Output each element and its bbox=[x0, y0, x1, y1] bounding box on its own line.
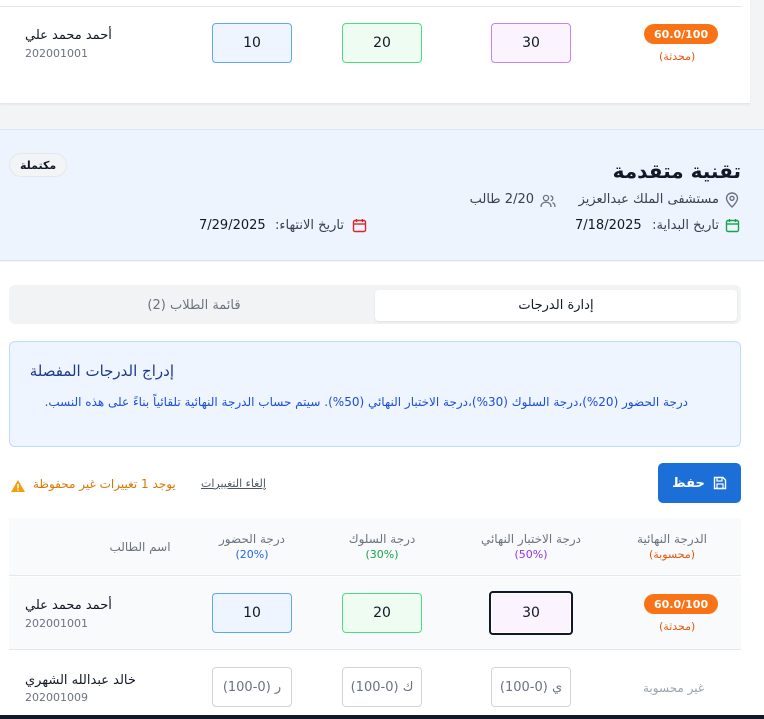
student-id: 202001009 bbox=[25, 691, 88, 704]
end-date: 7/29/2025 bbox=[199, 218, 266, 233]
final-grade-badge: 60.0/100 bbox=[644, 24, 719, 44]
student-id: 202001001 bbox=[25, 47, 88, 60]
start-date: 7/18/2025 bbox=[575, 218, 642, 233]
behavior-score[interactable]: 20 bbox=[342, 23, 422, 63]
grades-info-box: إدراج الدرجات المفصلة درجة الحضور (20%)،… bbox=[9, 341, 741, 447]
final-exam-score[interactable]: 30 bbox=[491, 23, 571, 63]
warning-triangle-icon bbox=[10, 478, 26, 492]
student-name: خالد عبدالله الشهري bbox=[25, 673, 136, 688]
row-divider bbox=[0, 6, 742, 7]
map-pin-icon bbox=[725, 192, 739, 208]
header-behavior: درجة السلوك bbox=[348, 532, 416, 546]
calendar-icon bbox=[352, 218, 367, 233]
attendance-score-input[interactable] bbox=[212, 667, 292, 707]
course-title: تقنية متقدمة bbox=[612, 159, 741, 183]
attendance-score[interactable]: 10 bbox=[212, 23, 292, 63]
info-title: إدراج الدرجات المفصلة bbox=[29, 362, 174, 380]
window-bottom-edge bbox=[0, 715, 764, 719]
info-description: درجة الحضور (20%)،درجة السلوك (30%)،درجة… bbox=[44, 395, 688, 409]
tab-students-list[interactable]: قائمة الطلاب (2) bbox=[14, 290, 374, 321]
floppy-disk-icon bbox=[713, 476, 727, 490]
header-final-grade-sub: (محسوبة) bbox=[648, 548, 696, 561]
header-final-exam: درجة الاختبار النهائي bbox=[480, 532, 582, 546]
unsaved-changes-text: يوجد 1 تغييرات غير محفوظة bbox=[33, 477, 176, 491]
final-exam-score-input[interactable]: 30 bbox=[489, 591, 573, 635]
tab-grades-management[interactable]: إدارة الدرجات bbox=[375, 290, 737, 321]
final-grade-badge: 60.0/100 bbox=[644, 594, 719, 614]
save-button[interactable]: حفظ bbox=[658, 463, 741, 503]
end-date-label: تاريخ الانتهاء: bbox=[274, 218, 344, 233]
save-button-label: حفظ bbox=[672, 475, 705, 491]
discard-changes-link[interactable]: إلغاء التغييرات bbox=[201, 477, 266, 490]
behavior-score-input[interactable]: 20 bbox=[342, 593, 422, 633]
header-student-name: اسم الطالب bbox=[109, 540, 171, 554]
hospital-name: مستشفى الملك عبدالعزيز bbox=[578, 192, 719, 207]
users-icon bbox=[540, 193, 556, 208]
final-grade-status: (محدثة) bbox=[659, 620, 696, 633]
header-behavior-sub: (30%) bbox=[365, 548, 399, 561]
behavior-score-input[interactable] bbox=[342, 667, 422, 707]
calendar-icon bbox=[725, 218, 740, 233]
header-final-exam-sub: (50%) bbox=[514, 548, 548, 561]
header-attendance: درجة الحضور bbox=[219, 532, 285, 546]
header-attendance-sub: (20%) bbox=[235, 548, 269, 561]
students-count: 2/20 طالب bbox=[469, 192, 534, 207]
header-final-grade: الدرجة النهائية bbox=[637, 532, 707, 546]
final-exam-score-input[interactable] bbox=[491, 667, 571, 707]
attendance-score-input[interactable]: 10 bbox=[212, 593, 292, 633]
student-name: أحمد محمد علي bbox=[25, 28, 112, 43]
status-badge: مكتملة bbox=[9, 153, 68, 177]
final-grade-status: (محدثة) bbox=[659, 50, 696, 63]
student-name: أحمد محمد علي bbox=[25, 598, 112, 613]
student-id: 202001001 bbox=[25, 617, 88, 630]
final-grade-not-calculated: غير محسوبة bbox=[643, 681, 705, 695]
start-date-label: تاريخ البداية: bbox=[652, 218, 719, 233]
